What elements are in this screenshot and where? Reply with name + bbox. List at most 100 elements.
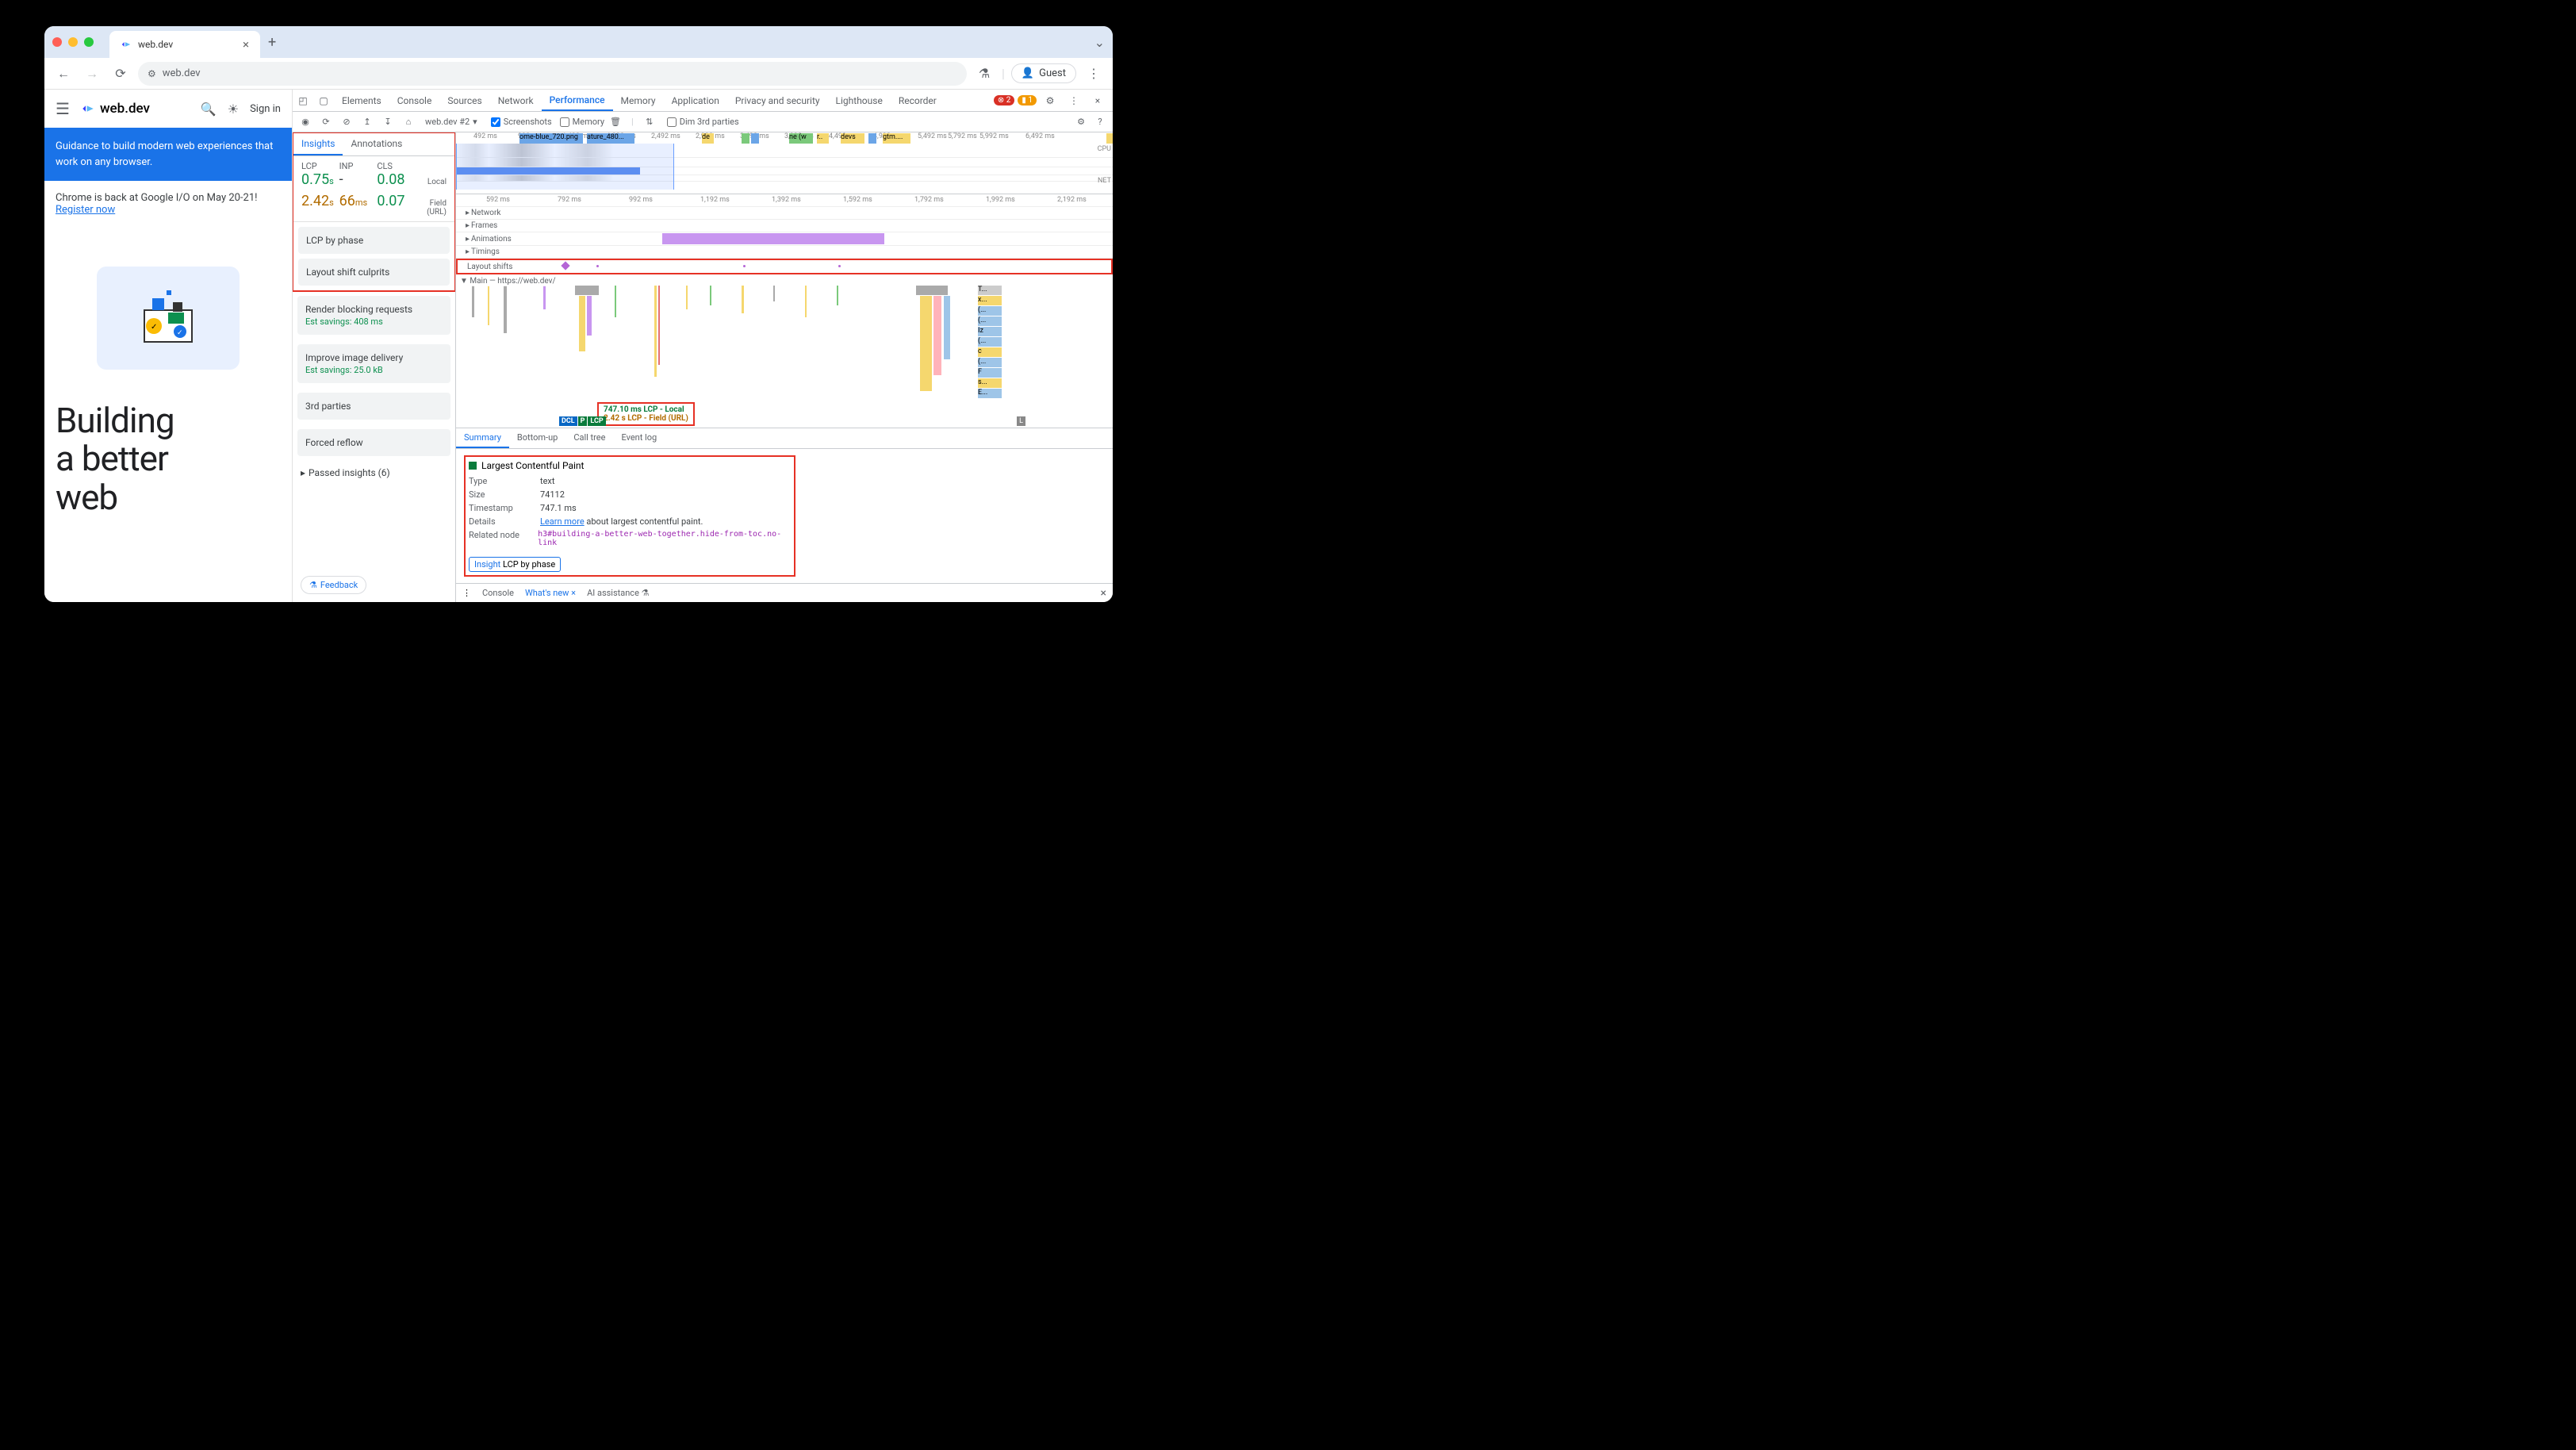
tab-memory[interactable]: Memory [613,90,664,111]
insight-card-3rd-parties[interactable]: 3rd parties [297,393,450,420]
home-icon[interactable]: ⌂ [399,117,418,127]
layout-shift-dot[interactable] [596,265,599,267]
insight-card-image-delivery[interactable]: Improve image deliveryEst savings: 25.0 … [297,344,450,383]
network-track[interactable]: ▸ Network ome-blue_720.png ature_480... … [456,207,1113,220]
forward-button[interactable]: → [81,63,103,85]
webpage-viewport: ☰ web.dev 🔍 ☀ Sign in Guidance to build … [44,90,293,602]
tab-sources[interactable]: Sources [439,90,489,111]
minimize-window-button[interactable] [68,37,78,47]
config-icon[interactable]: ⇅ [640,117,659,127]
screenshots-checkbox[interactable]: Screenshots [491,117,552,127]
insight-card-layout-shift[interactable]: Layout shift culprits [298,259,450,286]
l-marker: L [1017,416,1025,426]
layout-shift-dot[interactable] [838,265,841,267]
chevron-down-icon: ▾ [473,117,477,127]
warning-count-badge[interactable]: ▮ 1 [1018,95,1037,105]
tab-network[interactable]: Network [490,90,542,111]
size-label: Size [469,489,531,500]
recording-selector[interactable]: web.dev #2 ▾ [420,114,483,129]
clear-icon[interactable]: ⊘ [337,117,356,127]
tab-insights[interactable]: Insights [293,133,343,155]
labs-icon[interactable]: ⚗ [973,63,995,85]
record-icon[interactable]: ◉ [296,117,315,127]
feedback-button[interactable]: ⚗ Feedback [301,576,366,594]
net-item[interactable]: r.. [817,133,829,144]
search-icon[interactable]: 🔍 [201,102,217,117]
net-item[interactable]: ature_480... [587,133,634,144]
new-tab-button[interactable]: + [268,34,276,51]
devtools-header: ◰ ▢ Elements Console Sources Network Per… [293,90,1113,112]
tab-recorder[interactable]: Recorder [891,90,945,111]
animations-track[interactable]: ▸ Animations [456,232,1113,246]
more-icon[interactable]: ⋮ [1064,95,1084,106]
net-item[interactable]: gtm.... [883,133,910,144]
traffic-lights [52,37,94,47]
learn-more-link[interactable]: Learn more [540,516,585,527]
related-node-value[interactable]: h3#building-a-better-web-together.hide-f… [538,530,791,547]
back-button[interactable]: ← [52,63,75,85]
cls-field-value: 0.07 [377,193,404,209]
close-devtools-icon[interactable]: × [1087,95,1108,106]
memory-checkbox[interactable]: Memory [560,117,604,127]
timestamp-label: Timestamp [469,503,531,513]
sign-in-link[interactable]: Sign in [250,103,281,115]
upload-icon[interactable]: ↥ [358,117,377,127]
settings-icon[interactable]: ⚙ [1040,95,1060,106]
inspect-icon[interactable]: ◰ [293,95,313,106]
device-toggle-icon[interactable]: ▢ [313,95,334,106]
theme-toggle-icon[interactable]: ☀ [228,102,239,117]
dim-3rd-parties-checkbox[interactable]: Dim 3rd parties [667,117,739,127]
layout-shift-diamond-icon[interactable] [561,261,569,270]
maximize-window-button[interactable] [84,37,94,47]
lcp-color-icon [469,462,477,470]
net-item[interactable] [751,133,759,144]
perf-settings-icon[interactable]: ⚙ [1071,117,1091,127]
net-item[interactable]: ome-blue_720.png [519,133,583,144]
size-value: 74112 [540,489,565,500]
drawer-menu-icon[interactable]: ⋮ [462,588,471,598]
tab-summary[interactable]: Summary [456,428,509,448]
insight-card-lcp-phase[interactable]: LCP by phase [298,227,450,254]
hamburger-menu-icon[interactable]: ☰ [56,99,70,118]
error-count-badge[interactable]: ⊗ 2 [994,95,1014,105]
tab-privacy[interactable]: Privacy and security [727,90,828,111]
related-node-label: Related node [469,530,528,547]
net-item[interactable] [1106,133,1113,144]
browser-tab[interactable]: web.dev × [109,31,260,58]
net-item[interactable]: de [702,133,714,144]
site-settings-icon[interactable]: ⚙ [148,68,156,79]
net-item[interactable]: ne (w [789,133,813,144]
main-thread-flamegraph[interactable]: ▼ Main — https://web.dev/ [456,274,1113,428]
guest-profile-button[interactable]: 👤 Guest [1011,63,1076,83]
passed-insights-toggle[interactable]: ▸ Passed insights (6) [293,461,455,485]
tabs-dropdown-icon[interactable]: ⌄ [1094,35,1105,50]
reload-button[interactable]: ⟳ [109,63,132,85]
net-item[interactable] [742,133,749,144]
browser-menu-icon[interactable]: ⋮ [1083,63,1105,85]
net-item[interactable] [868,133,876,144]
svg-text:✓: ✓ [151,323,157,332]
insight-card-forced-reflow[interactable]: Forced reflow [297,429,450,456]
tab-lighthouse[interactable]: Lighthouse [828,90,891,111]
tab-elements[interactable]: Elements [334,90,389,111]
insight-chip[interactable]: Insight LCP by phase [469,557,561,572]
webdev-logo[interactable]: web.dev [81,101,150,117]
tab-application[interactable]: Application [664,90,727,111]
tab-console[interactable]: Console [389,90,440,111]
layout-shifts-track[interactable]: Layout shifts [456,259,1113,274]
devtools-panel: ◰ ▢ Elements Console Sources Network Per… [293,90,1113,602]
gc-icon[interactable]: 🗑 [606,117,625,127]
register-now-link[interactable]: Register now [56,204,115,216]
insight-card-render-blocking[interactable]: Render blocking requestsEst savings: 408… [297,296,450,335]
close-window-button[interactable] [52,37,62,47]
net-item[interactable]: devs [841,133,864,144]
help-icon[interactable]: ? [1091,117,1110,127]
download-icon[interactable]: ↧ [378,117,397,127]
reload-record-icon[interactable]: ⟳ [316,117,335,127]
url-bar[interactable]: ⚙ web.dev [138,62,967,86]
tab-annotations[interactable]: Annotations [343,133,410,155]
close-tab-icon[interactable]: × [243,37,249,52]
inp-header: INP [339,161,378,171]
layout-shift-dot[interactable] [743,265,746,267]
tab-performance[interactable]: Performance [542,90,613,111]
